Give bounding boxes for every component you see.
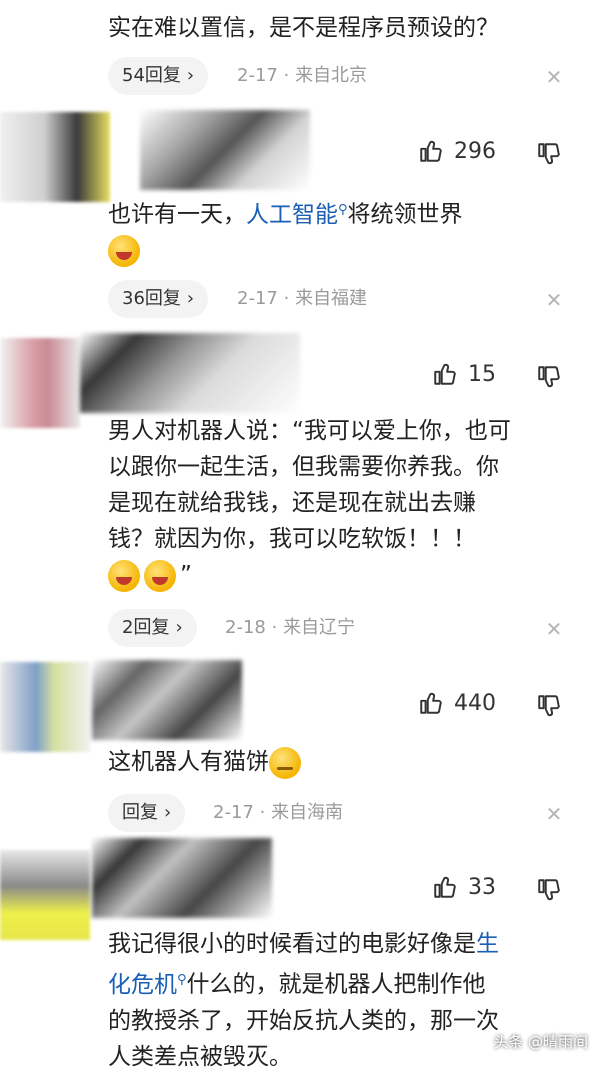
like-count: 296 [454, 138, 496, 164]
close-icon[interactable]: ✕ [544, 619, 564, 639]
like-button[interactable]: 15 [432, 361, 496, 387]
comment-location: 来自福建 [295, 288, 368, 309]
like-count: 440 [454, 690, 496, 716]
comment-text: 也许有一天，人工智能⚲将统领世界 [108, 192, 578, 269]
comment-date: 2-17 [237, 65, 278, 86]
comment-line: 钱？就因为你，我可以吃软饭！！！ [108, 526, 476, 552]
chevron-right-icon: › [186, 65, 195, 86]
topic-link[interactable]: 生 [476, 931, 499, 957]
meta-separator: · [271, 617, 278, 638]
meta-separator: · [259, 802, 266, 823]
meta-separator: · [283, 288, 290, 309]
reply-button[interactable]: 54回复 › [108, 57, 209, 95]
topic-link[interactable]: 化危机⚲ [108, 972, 187, 998]
comment-line: 男人对机器人说：“我可以爱上你，也可 [108, 418, 511, 444]
comment-text-part: 也许有一天， [108, 201, 246, 228]
reply-button[interactable]: 2回复 › [108, 609, 197, 647]
reply-count: 回复 [122, 802, 158, 823]
laughing-crying-emoji [108, 235, 140, 268]
thumbs-down-icon[interactable] [536, 364, 562, 390]
avatar[interactable] [0, 338, 80, 428]
comment-text: 男人对机器人说：“我可以爱上你，也可 以跟你一起生活，但我需要你养我。你 是现在… [108, 413, 578, 593]
topic-link-label: 人工智能 [246, 201, 338, 228]
chevron-right-icon: › [175, 617, 183, 638]
comment-text: 这机器人有猫饼 [108, 744, 578, 780]
close-icon[interactable]: ✕ [544, 290, 564, 310]
comment-meta: 2-17 · 来自海南 [213, 794, 343, 832]
like-button[interactable]: 33 [432, 874, 496, 900]
avatar[interactable] [0, 662, 90, 752]
like-button[interactable]: 440 [418, 690, 496, 716]
topic-link-label: 化危机 [108, 971, 177, 998]
comment-text: 实在难以置信，是不是程序员预设的？ [108, 15, 499, 41]
username-redacted[interactable] [140, 110, 310, 190]
thumbs-up-icon [434, 876, 456, 898]
like-count: 15 [468, 361, 496, 387]
topic-link[interactable]: 人工智能⚲ [246, 202, 348, 228]
like-count: 33 [468, 874, 496, 900]
chevron-right-icon: › [164, 802, 172, 823]
chevron-right-icon: › [186, 288, 195, 309]
reply-count: 2回复 [122, 617, 170, 638]
thumbs-up-icon [434, 363, 456, 385]
comment-text-part: ” [180, 562, 192, 588]
username-redacted[interactable] [80, 333, 300, 413]
comment-line: 是现在就给我钱，还是现在就出去赚 [108, 490, 476, 516]
comment-date: 2-17 [213, 802, 254, 823]
comment-date: 2-17 [237, 288, 278, 309]
search-icon: ⚲ [338, 202, 348, 217]
meta-separator: · [283, 65, 290, 86]
comment-location: 来自北京 [295, 65, 368, 86]
thumbs-up-icon [420, 692, 442, 714]
comment-line: ” [108, 557, 578, 593]
avatar[interactable] [0, 850, 90, 940]
username-redacted[interactable] [92, 838, 272, 918]
comment-text-part: 将统领世界 [347, 201, 463, 228]
thumbs-down-icon[interactable] [536, 877, 562, 903]
reply-button[interactable]: 回复 › [108, 794, 186, 832]
comment-date: 2-18 [225, 617, 266, 638]
watermark: 头条 @晴雨间 [493, 1033, 588, 1051]
comment-text: 我记得很小的时候看过的电影好像是生 化危机⚲什么的，就是机器人把制作他 的教授杀… [108, 926, 578, 1075]
close-icon[interactable]: ✕ [544, 804, 564, 824]
avatar[interactable] [0, 112, 110, 202]
thumbs-down-icon[interactable] [536, 141, 562, 167]
reply-count: 36回复 [122, 288, 181, 309]
search-icon: ⚲ [177, 972, 187, 987]
reply-button[interactable]: 36回复 › [108, 280, 209, 318]
grinning-emoji [144, 559, 176, 592]
thumbs-down-icon[interactable] [536, 693, 562, 719]
comment-meta: 2-17 · 来自福建 [237, 280, 367, 318]
comment-text-part: 这机器人有猫饼 [108, 749, 269, 775]
comment-line: 我记得很小的时候看过的电影好像是生 [108, 926, 578, 962]
comment-location: 来自海南 [271, 802, 344, 823]
thumbs-up-icon [420, 140, 442, 162]
reply-count: 54回复 [122, 65, 181, 86]
smirking-emoji [269, 746, 301, 779]
comment-meta: 2-18 · 来自辽宁 [225, 609, 355, 647]
username-redacted[interactable] [92, 660, 242, 740]
grinning-emoji [108, 559, 140, 592]
comment-meta: 2-17 · 来自北京 [237, 57, 367, 95]
close-icon[interactable]: ✕ [544, 67, 564, 87]
comment-location: 来自辽宁 [283, 617, 356, 638]
comment-line: 以跟你一起生活，但我需要你养我。你 [108, 454, 499, 480]
comment-line: 化危机⚲什么的，就是机器人把制作他 [108, 962, 578, 1003]
like-button[interactable]: 296 [418, 138, 496, 164]
comment-text-part: 我记得很小的时候看过的电影好像是 [108, 931, 476, 957]
comment-text-part: 什么的，就是机器人把制作他 [186, 971, 486, 998]
